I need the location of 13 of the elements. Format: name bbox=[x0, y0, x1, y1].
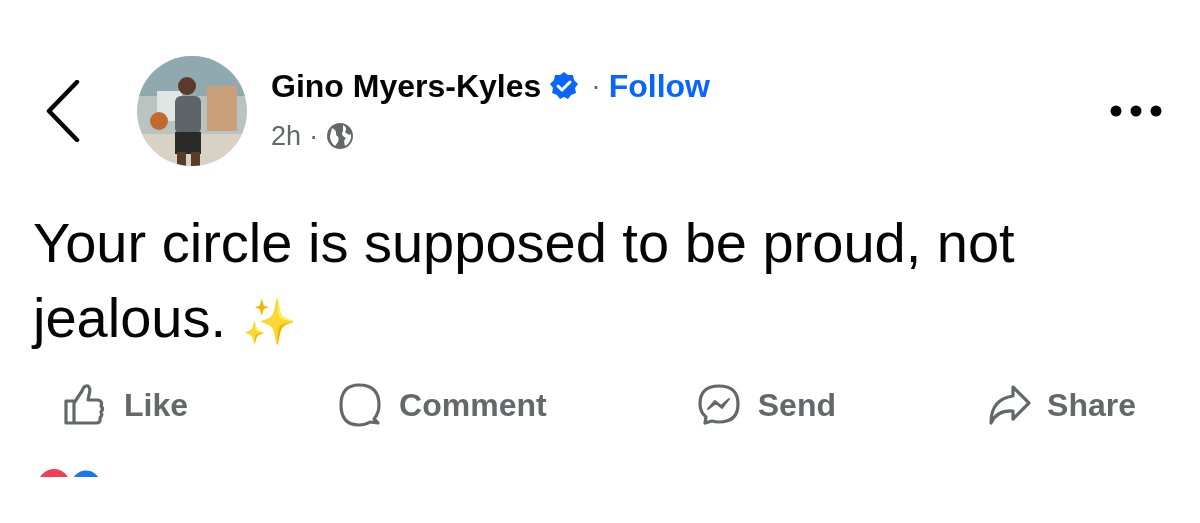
globe-icon bbox=[326, 122, 355, 150]
separator-dot: · bbox=[309, 119, 319, 153]
comment-button[interactable]: Comment bbox=[337, 381, 547, 429]
more-options-icon[interactable] bbox=[1110, 105, 1162, 117]
share-button[interactable]: Share bbox=[985, 381, 1136, 429]
like-button[interactable]: Like bbox=[62, 381, 189, 429]
follow-link[interactable]: Follow bbox=[608, 70, 710, 102]
post-text: Your circle is supposed to be proud, not jealous. ✨ bbox=[33, 211, 1015, 349]
author-name[interactable]: Gino Myers-Kyles bbox=[271, 70, 542, 102]
back-icon[interactable] bbox=[45, 80, 81, 142]
post-time: 2h bbox=[271, 119, 302, 153]
send-button[interactable]: Send bbox=[695, 381, 836, 429]
separator-dot: · bbox=[591, 69, 601, 103]
